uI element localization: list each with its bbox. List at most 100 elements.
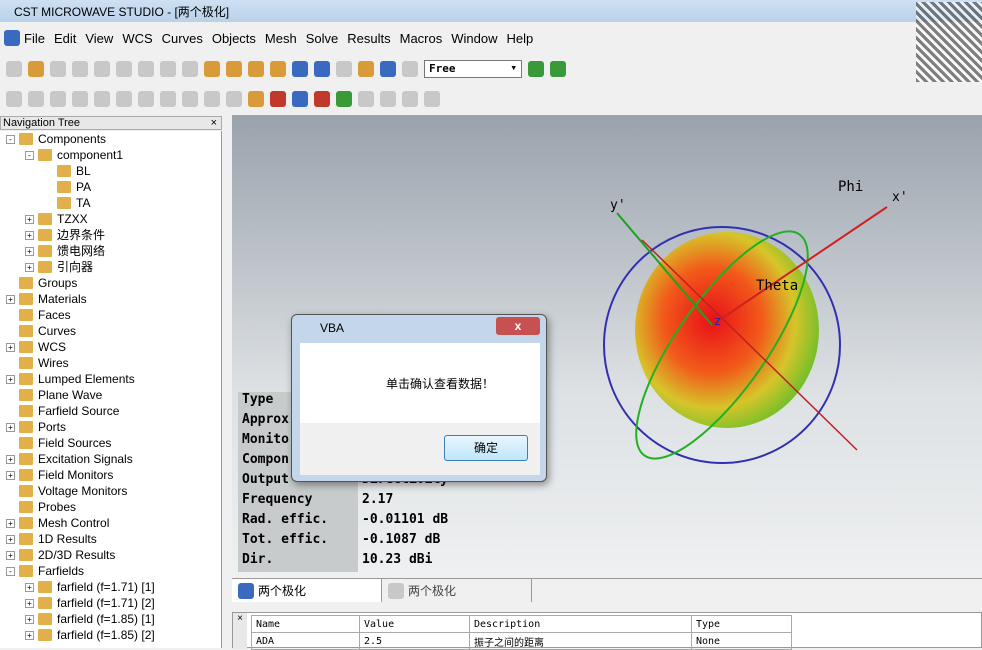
- tree-item[interactable]: + 引向器: [0, 259, 221, 275]
- expander-icon[interactable]: +: [25, 598, 34, 608]
- port-icon[interactable]: [270, 91, 286, 107]
- tree-item[interactable]: Groups: [0, 275, 221, 291]
- solver-f-icon[interactable]: [336, 91, 352, 107]
- tree-item[interactable]: Field Sources: [0, 435, 221, 451]
- torus-icon[interactable]: [94, 91, 110, 107]
- expander-icon[interactable]: +: [6, 518, 15, 528]
- tree-item[interactable]: PA: [0, 179, 221, 195]
- tree-item[interactable]: + farfield (f=1.85) [2]: [0, 627, 221, 643]
- tree-item[interactable]: - component1: [0, 147, 221, 163]
- print-icon[interactable]: [72, 61, 88, 77]
- menu-solve[interactable]: Solve: [306, 31, 339, 46]
- table-row[interactable]: ADA 2.5 振子之间的距离 None: [251, 632, 792, 650]
- tree-item[interactable]: - Components: [0, 131, 221, 147]
- header-value[interactable]: Value: [359, 615, 470, 633]
- menu-wcs[interactable]: WCS: [122, 31, 152, 46]
- tree-item[interactable]: + Ports: [0, 419, 221, 435]
- boolean-subtract-icon[interactable]: [226, 91, 242, 107]
- expander-icon[interactable]: -: [25, 150, 34, 160]
- zoom-window-icon[interactable]: [314, 61, 330, 77]
- view-options-icon[interactable]: [358, 61, 374, 77]
- expander-icon[interactable]: +: [25, 230, 34, 240]
- solid-icon[interactable]: [528, 61, 544, 77]
- expander-icon[interactable]: +: [25, 582, 34, 592]
- history-icon[interactable]: [116, 61, 132, 77]
- save-icon[interactable]: [50, 61, 66, 77]
- expander-icon[interactable]: +: [25, 262, 34, 272]
- tree-item[interactable]: +2D/3D Results: [0, 547, 221, 563]
- menu-mesh[interactable]: Mesh: [265, 31, 297, 46]
- tree-item[interactable]: Probes: [0, 499, 221, 515]
- menu-view[interactable]: View: [85, 31, 113, 46]
- rotate-shape-icon[interactable]: [138, 91, 154, 107]
- menu-help[interactable]: Help: [506, 31, 533, 46]
- header-type[interactable]: Type: [691, 615, 792, 633]
- tree-item[interactable]: + 馈电网络: [0, 243, 221, 259]
- expander-icon[interactable]: +: [25, 614, 34, 624]
- expander-icon[interactable]: +: [6, 534, 15, 544]
- menu-edit[interactable]: Edit: [54, 31, 76, 46]
- tab-3d-view[interactable]: 两个极化: [232, 579, 382, 602]
- expander-icon[interactable]: +: [6, 454, 15, 464]
- reset-view-icon[interactable]: [336, 61, 352, 77]
- tab-schematic[interactable]: 两个极化: [382, 579, 532, 602]
- tree-item[interactable]: - Farfields: [0, 563, 221, 579]
- tree-item[interactable]: + 边界条件: [0, 227, 221, 243]
- expander-icon[interactable]: +: [6, 342, 15, 352]
- tree-item[interactable]: + Field Monitors: [0, 467, 221, 483]
- cylinder-icon[interactable]: [50, 91, 66, 107]
- line-icon[interactable]: [402, 91, 418, 107]
- undo-icon[interactable]: [160, 61, 176, 77]
- close-icon[interactable]: ×: [233, 613, 247, 649]
- grid-icon[interactable]: [402, 61, 418, 77]
- help-icon[interactable]: [94, 61, 110, 77]
- zoom-icon[interactable]: [292, 61, 308, 77]
- circle-icon[interactable]: [424, 91, 440, 107]
- tree-item[interactable]: Plane Wave: [0, 387, 221, 403]
- brick-icon[interactable]: [6, 91, 22, 107]
- tree-item[interactable]: + WCS: [0, 339, 221, 355]
- loft-icon[interactable]: [160, 91, 176, 107]
- header-description[interactable]: Description: [469, 615, 692, 633]
- tree-item[interactable]: TA: [0, 195, 221, 211]
- blend-icon[interactable]: [182, 91, 198, 107]
- cell[interactable]: 振子之间的距离: [469, 632, 692, 650]
- tree-item[interactable]: + farfield (f=1.71) [1]: [0, 579, 221, 595]
- tree-item[interactable]: + Excitation Signals: [0, 451, 221, 467]
- tree-item[interactable]: +1D Results: [0, 531, 221, 547]
- redo-icon[interactable]: [182, 61, 198, 77]
- tree-item[interactable]: + Materials: [0, 291, 221, 307]
- new-icon[interactable]: [6, 61, 22, 77]
- menu-macros[interactable]: Macros: [400, 31, 443, 46]
- ok-button[interactable]: 确定: [444, 435, 528, 461]
- solver-h-icon[interactable]: [314, 91, 330, 107]
- close-icon[interactable]: ×: [211, 117, 217, 129]
- cell[interactable]: None: [691, 632, 792, 650]
- dialog-close-button[interactable]: x: [496, 317, 540, 335]
- tree-item[interactable]: + farfield (f=1.85) [1]: [0, 611, 221, 627]
- tree-item[interactable]: Faces: [0, 307, 221, 323]
- rotate-icon[interactable]: [226, 61, 242, 77]
- expander-icon[interactable]: +: [25, 214, 34, 224]
- tree-item[interactable]: Curves: [0, 323, 221, 339]
- expander-icon[interactable]: +: [6, 422, 15, 432]
- boolean-add-icon[interactable]: [204, 91, 220, 107]
- tree-item[interactable]: Farfield Source: [0, 403, 221, 419]
- solver-e-icon[interactable]: [358, 91, 374, 107]
- tree-item[interactable]: Voltage Monitors: [0, 483, 221, 499]
- macro-icon[interactable]: [138, 61, 154, 77]
- menu-file[interactable]: File: [24, 31, 45, 46]
- solver-i-icon[interactable]: [380, 91, 396, 107]
- sphere-icon[interactable]: [28, 91, 44, 107]
- expander-icon[interactable]: +: [25, 630, 34, 640]
- expander-icon[interactable]: -: [6, 566, 15, 576]
- header-name[interactable]: Name: [251, 615, 360, 633]
- tree-item[interactable]: + Lumped Elements: [0, 371, 221, 387]
- expander-icon[interactable]: +: [25, 246, 34, 256]
- import-icon[interactable]: [204, 61, 220, 77]
- spin-icon[interactable]: [248, 61, 264, 77]
- open-icon[interactable]: [28, 61, 44, 77]
- menu-curves[interactable]: Curves: [162, 31, 203, 46]
- mesh-view-icon[interactable]: [550, 61, 566, 77]
- cone-icon[interactable]: [72, 91, 88, 107]
